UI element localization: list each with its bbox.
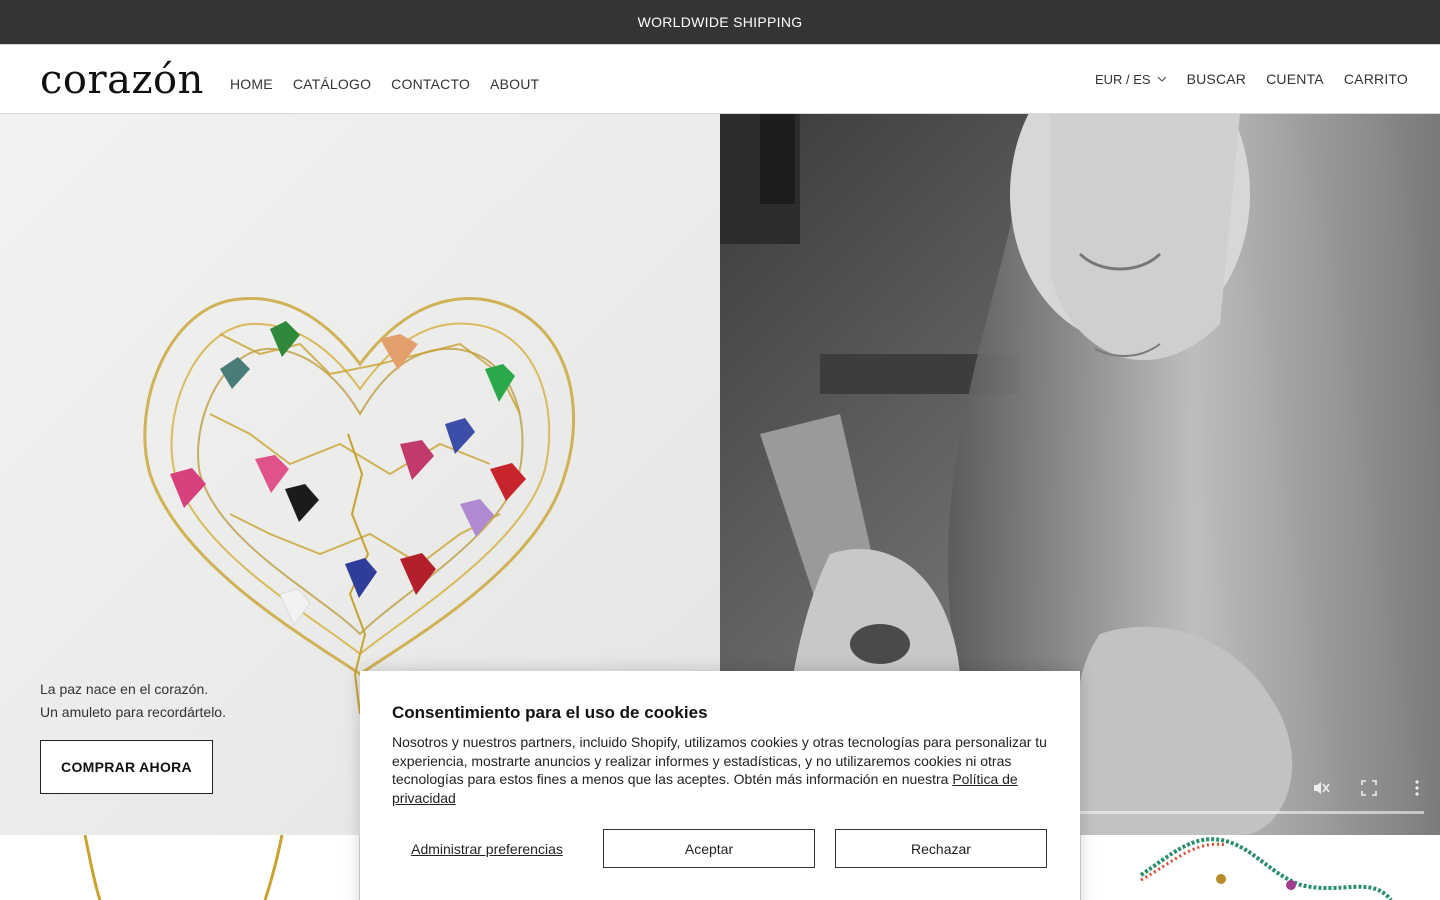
product-tile[interactable] (0, 835, 360, 900)
nav-about[interactable]: ABOUT (490, 76, 539, 92)
currency-label: EUR / ES (1094, 71, 1151, 87)
nav-contacto[interactable]: CONTACTO (391, 76, 470, 92)
cart-link[interactable]: CARRITO (1344, 71, 1408, 87)
logo[interactable]: corazón (40, 59, 204, 101)
cookie-actions: Administrar preferencias Aceptar Rechaza… (392, 829, 1048, 868)
hero-line-1: La paz nace en el corazón. (40, 681, 209, 697)
product-tile[interactable] (1080, 835, 1440, 900)
main-nav: HOME CATÁLOGO CONTACTO ABOUT (230, 76, 539, 92)
nav-home[interactable]: HOME (230, 76, 273, 92)
shop-now-button[interactable]: COMPRAR AHORA (40, 740, 213, 794)
beaded-necklace-image (1139, 837, 1393, 900)
currency-selector[interactable]: EUR / ES (1095, 72, 1167, 87)
fullscreen-icon[interactable] (1360, 779, 1378, 797)
video-progress-bar[interactable] (1080, 811, 1424, 814)
cookie-body: Nosotros y nuestros partners, incluido S… (392, 733, 1052, 807)
manage-preferences-link[interactable]: Administrar preferencias (392, 829, 582, 868)
search-link[interactable]: BUSCAR (1187, 71, 1247, 87)
necklace-image (83, 835, 284, 900)
cookie-consent-dialog: Consentimiento para el uso de cookies No… (360, 671, 1080, 900)
site-header: corazón HOME CATÁLOGO CONTACTO ABOUT EUR… (0, 44, 1440, 114)
hero-text: La paz nace en el corazón. Un amuleto pa… (40, 678, 226, 724)
muted-icon[interactable] (1312, 779, 1330, 797)
nav-catalogo[interactable]: CATÁLOGO (293, 76, 371, 92)
chevron-down-icon (1157, 76, 1166, 82)
announcement-bar: WORLDWIDE SHIPPING (0, 0, 1440, 44)
reject-button[interactable]: Rechazar (835, 829, 1047, 868)
cookie-body-text: Nosotros y nuestros partners, incluido S… (392, 734, 1047, 787)
announcement-text: WORLDWIDE SHIPPING (637, 14, 803, 30)
hero-line-2: Un amuleto para recordártelo. (40, 704, 226, 720)
cookie-title: Consentimiento para el uso de cookies (392, 703, 708, 722)
accept-button[interactable]: Aceptar (603, 829, 815, 868)
utility-nav: EUR / ES BUSCAR CUENTA CARRITO (1095, 71, 1408, 87)
more-options-icon[interactable] (1408, 779, 1426, 797)
account-link[interactable]: CUENTA (1266, 71, 1324, 87)
